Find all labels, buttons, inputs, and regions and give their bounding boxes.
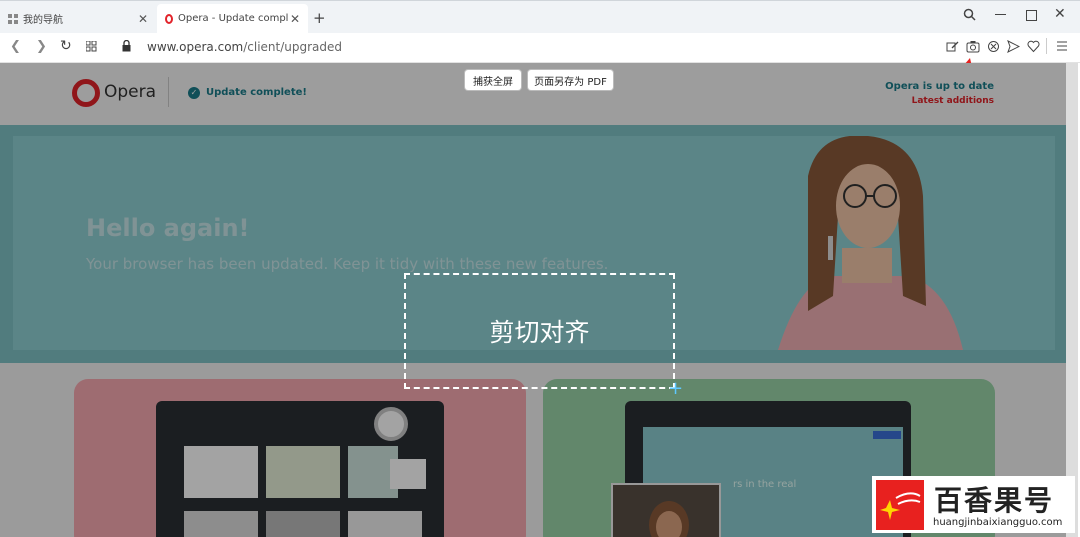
- search-tabs-icon[interactable]: [963, 8, 976, 25]
- forward-button[interactable]: ❯: [36, 39, 47, 54]
- reload-icon[interactable]: ↻: [60, 38, 72, 54]
- minimize-button[interactable]: [995, 14, 1006, 15]
- adblock-icon[interactable]: [987, 40, 1001, 54]
- close-icon[interactable]: ✕: [290, 12, 300, 26]
- tab-my-navigation[interactable]: 我的导航 ✕: [0, 4, 156, 33]
- toolbar-divider: [1046, 38, 1047, 54]
- url-host: www.opera.com: [147, 40, 244, 54]
- heart-icon[interactable]: [1027, 40, 1041, 54]
- send-icon[interactable]: [1007, 39, 1021, 54]
- lock-icon[interactable]: [122, 39, 131, 55]
- watermark: 百香果号 huangjinbaixiangguo.com: [872, 476, 1075, 533]
- new-tab-button[interactable]: +: [313, 9, 326, 27]
- watermark-url: huangjinbaixiangguo.com: [933, 517, 1063, 528]
- crosshair-cursor: +: [668, 378, 684, 399]
- edit-snapshot-icon[interactable]: [946, 40, 960, 54]
- back-button[interactable]: ❮: [10, 39, 21, 54]
- tab-opera-update[interactable]: Opera - Update complete! ✕: [157, 4, 308, 33]
- save-as-pdf-button[interactable]: 页面另存为 PDF: [528, 70, 613, 90]
- watermark-title: 百香果号: [934, 484, 1055, 517]
- speed-dial-icon[interactable]: [85, 40, 97, 56]
- capture-fullscreen-button[interactable]: 捕获全屏: [465, 70, 521, 90]
- url-path: /client/upgraded: [243, 40, 343, 54]
- tab-label: Opera - Update complete!: [178, 13, 288, 24]
- close-window-button[interactable]: ✕: [1054, 6, 1066, 22]
- close-icon[interactable]: ✕: [138, 12, 148, 26]
- opera-logo-icon: [165, 13, 173, 24]
- easy-setup-icon[interactable]: [1056, 40, 1070, 54]
- camera-icon[interactable]: [966, 40, 980, 54]
- tab-label: 我的导航: [23, 15, 63, 26]
- maximize-button[interactable]: [1026, 10, 1037, 21]
- watermark-logo: [876, 480, 924, 530]
- grid-icon: [8, 13, 18, 24]
- selection-label: 剪切对齐: [489, 318, 590, 347]
- selection-box[interactable]: 剪切对齐: [404, 273, 675, 389]
- url-field[interactable]: www.opera.com/client/upgraded: [147, 40, 342, 54]
- scrollbar[interactable]: [1066, 63, 1078, 537]
